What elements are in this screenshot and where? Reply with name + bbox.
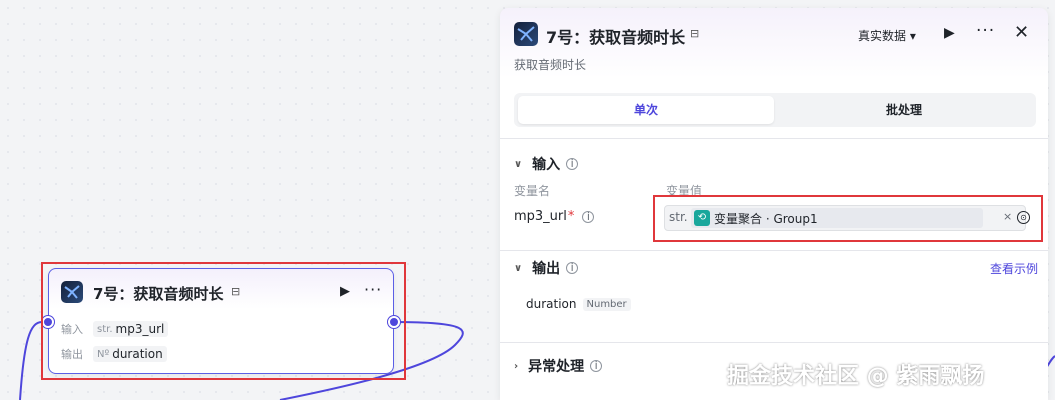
panel-more-button[interactable]: ···: [976, 21, 995, 41]
error-section-header[interactable]: › 异常处理 i: [514, 356, 603, 376]
incoming-edge: [19, 321, 43, 400]
view-example-link[interactable]: 查看示例: [990, 260, 1038, 277]
required-mark: *: [567, 209, 575, 224]
panel-title: 7号：获取音频时长: [546, 28, 686, 47]
input-section-title: 输入: [532, 157, 561, 173]
section-divider: [500, 138, 1048, 139]
section-divider: [500, 250, 1048, 251]
var-name-label: mp3_url: [514, 209, 567, 224]
var-name-mp3-url: mp3_url * i: [514, 209, 595, 224]
panel-run-button[interactable]: ▶: [944, 25, 955, 41]
info-icon[interactable]: i: [590, 360, 603, 372]
info-icon[interactable]: i: [566, 158, 579, 170]
tab-single[interactable]: 单次: [518, 96, 774, 124]
info-icon[interactable]: i: [566, 262, 579, 274]
chevron-down-icon: ∨: [514, 262, 523, 274]
output-field-name: duration: [526, 297, 577, 311]
output-section-header[interactable]: ∨ 输出 i: [514, 258, 579, 278]
output-section-title: 输出: [532, 261, 561, 277]
tab-batch[interactable]: 批处理: [776, 96, 1032, 124]
run-mode-tabs: 单次 批处理: [514, 93, 1036, 127]
value-highlight-box: [653, 195, 1043, 242]
workflow-canvas[interactable]: 7号：获取音频时长 ⊟ ▶ ··· 输入 str. mp3_url 输出 Nº …: [0, 0, 1055, 400]
output-field-type: Number: [582, 297, 631, 311]
watermark-text: 掘金技术社区 @ 紫雨飘扬: [727, 364, 985, 389]
node-highlight-box: [41, 262, 406, 380]
panel-close-button[interactable]: ✕: [1014, 22, 1029, 43]
data-mode-dropdown[interactable]: 真实数据 ▾: [858, 27, 916, 44]
panel-subtitle: 获取音频时长: [514, 58, 587, 72]
output-field-row: duration Number: [526, 297, 631, 311]
chevron-right-icon: ›: [514, 360, 519, 372]
info-icon[interactable]: i: [582, 210, 595, 223]
panel-copy-icon[interactable]: ⊟: [690, 27, 699, 40]
section-divider: [500, 342, 1048, 343]
error-section-title: 异常处理: [528, 359, 585, 375]
col-header-var-name: 变量名: [514, 184, 551, 198]
chevron-down-icon: ∨: [514, 158, 523, 170]
plugin-logo-icon: [514, 22, 538, 46]
input-section-header[interactable]: ∨ 输入 i: [514, 154, 579, 174]
